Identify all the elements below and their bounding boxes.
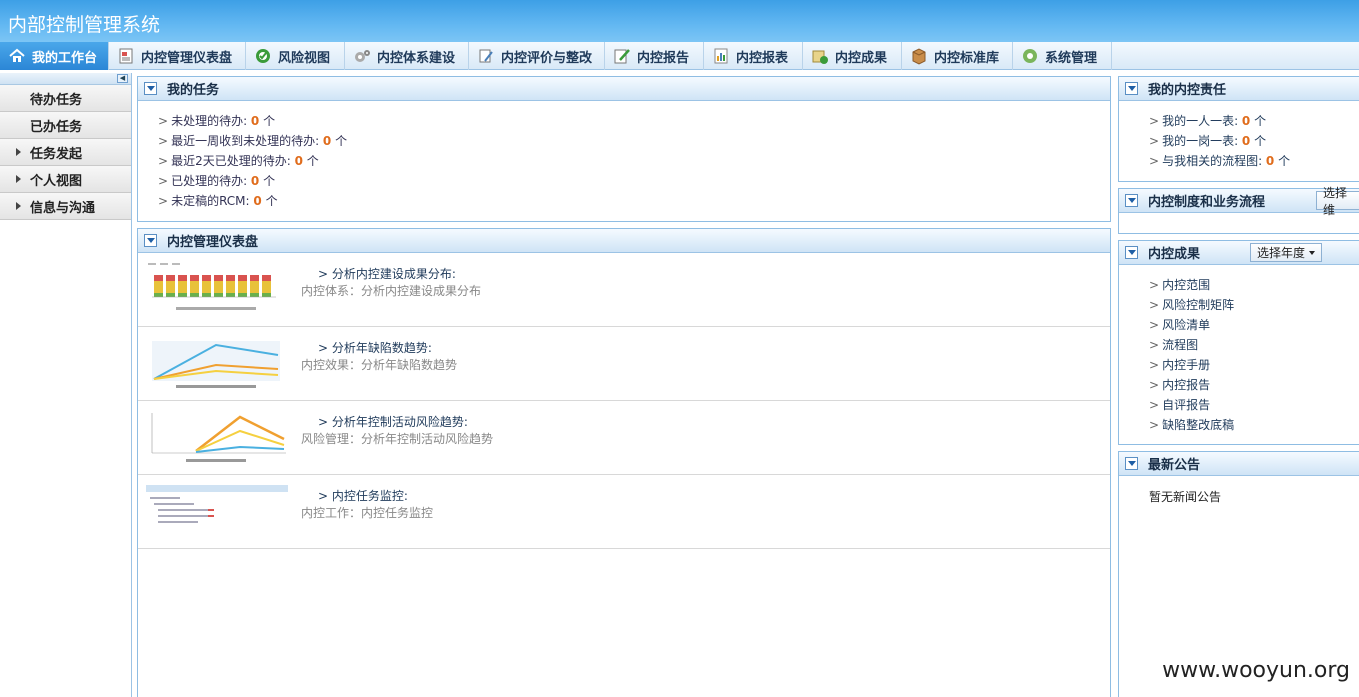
sidebar-header: ◀: [0, 73, 131, 85]
panel-title: 最新公告: [1148, 458, 1201, 473]
panel-header: 我的任务: [138, 77, 1110, 101]
list-item[interactable]: > 与我相关的流程图: 0 个: [1149, 151, 1359, 171]
expand-arrow-icon: [16, 175, 21, 183]
list-item[interactable]: > 未定稿的RCM: 0 个: [158, 191, 1110, 211]
dashboard-panel: 内控管理仪表盘 > 分析内控建设成果分布: 内控体系：分析内控建设成果分布 > …: [137, 228, 1111, 697]
sidebar-item-pending-tasks[interactable]: 待办任务: [0, 85, 131, 112]
dashboard-row[interactable]: > 内控任务监控: 内控工作：内控任务监控: [138, 475, 1110, 549]
dashboard-row[interactable]: > 分析年控制活动风险趋势: 风险管理：分析年控制活动风险趋势: [138, 401, 1110, 475]
report-edit-icon: [613, 47, 631, 65]
chevron-down-icon: [1309, 250, 1316, 255]
task-monitor-thumbnail[interactable]: [146, 483, 288, 541]
panel-header: 我的内控责任: [1119, 77, 1359, 101]
evaluate-icon: [477, 47, 495, 65]
list-item[interactable]: > 缺陷整改底稿: [1149, 415, 1359, 435]
list-item[interactable]: > 内控范围: [1149, 275, 1359, 295]
left-sidebar: ◀ 待办任务 已办任务 任务发起 个人视图 信息与沟通: [0, 73, 132, 697]
list-item[interactable]: > 最近2天已处理的待办: 0 个: [158, 151, 1110, 171]
collapse-panel-icon[interactable]: [1125, 246, 1138, 259]
home-icon: [8, 47, 26, 65]
my-responsibility-panel: 我的内控责任 > 我的一人一表: 0 个 > 我的一岗一表: 0 个 > 与我相关的流…: [1118, 76, 1359, 182]
panel-header: 内控管理仪表盘: [138, 229, 1110, 253]
nav-tab-standard-library[interactable]: 内控标准库: [902, 42, 1013, 70]
collapse-panel-icon[interactable]: [144, 82, 157, 95]
dashboard-row-title[interactable]: > 分析年控制活动风险趋势:: [318, 413, 468, 430]
list-item[interactable]: > 已处理的待办: 0 个: [158, 171, 1110, 191]
sidebar-item-info-communication[interactable]: 信息与沟通: [0, 193, 131, 220]
dashboard-row-subtitle: 内控体系：分析内控建设成果分布: [301, 284, 482, 298]
app-title: 内部控制管理系统: [8, 14, 161, 36]
list-item[interactable]: > 内控手册: [1149, 355, 1359, 375]
list-item[interactable]: > 流程图: [1149, 335, 1359, 355]
settings-gear-icon: [1021, 47, 1039, 65]
nav-tab-results[interactable]: 内控成果: [803, 42, 902, 70]
dashboard-row-title[interactable]: > 内控任务监控:: [318, 487, 408, 504]
nav-tab-risk-view[interactable]: 风险视图: [246, 42, 345, 70]
list-item[interactable]: > 我的一岗一表: 0 个: [1149, 131, 1359, 151]
dashboard-row-subtitle: 内控工作：内控任务监控: [301, 506, 434, 520]
dashboard-row[interactable]: > 分析年缺陷数趋势: 内控效果：分析年缺陷数趋势: [138, 327, 1110, 401]
dashboard-row-subtitle: 内控效果：分析年缺陷数趋势: [301, 358, 458, 372]
list-item[interactable]: > 最近一周收到未处理的待办: 0 个: [158, 131, 1110, 151]
results-icon: [811, 47, 829, 65]
sidebar-item-start-task[interactable]: 任务发起: [0, 139, 131, 166]
results-link-list: > 内控范围 > 风险控制矩阵 > 风险清单 > 流程图 > 内控手册 > 内控报告 > 自评…: [1119, 265, 1359, 435]
list-item[interactable]: > 内控报告: [1149, 375, 1359, 395]
gears-icon: [353, 47, 371, 65]
results-panel: 内控成果 选择年度 > 内控范围 > 风险控制矩阵 > 风险清单 > 流程图 > 内控手册…: [1118, 240, 1359, 445]
dimension-select[interactable]: 选择维: [1316, 186, 1359, 217]
list-item[interactable]: > 自评报告: [1149, 395, 1359, 415]
bar-chart-thumbnail[interactable]: [146, 261, 288, 319]
nav-tab-system-build[interactable]: 内控体系建设: [345, 42, 469, 70]
expand-arrow-icon: [16, 148, 21, 156]
dashboard-row-title[interactable]: > 分析内控建设成果分布:: [318, 265, 456, 282]
nav-tab-report[interactable]: 内控报告: [605, 42, 704, 70]
area-chart-thumbnail[interactable]: [146, 335, 288, 393]
collapse-panel-icon[interactable]: [144, 234, 157, 247]
panel-header: 最新公告: [1119, 452, 1359, 476]
nav-tab-workbench[interactable]: 我的工作台: [0, 42, 109, 70]
nav-tab-statements[interactable]: 内控报表: [704, 42, 803, 70]
responsibility-list: > 我的一人一表: 0 个 > 我的一岗一表: 0 个 > 与我相关的流程图: 0 个: [1119, 101, 1359, 171]
main-nav: 我的工作台 内控管理仪表盘 风险视图 内控体系建设 内控评价与整改 内控报告 内…: [0, 42, 1359, 70]
list-item[interactable]: > 未处理的待办: 0 个: [158, 111, 1110, 131]
panel-title: 内控管理仪表盘: [167, 235, 259, 250]
nav-tab-system-admin[interactable]: 系统管理: [1013, 42, 1112, 70]
dashboard-row[interactable]: > 分析内控建设成果分布: 内控体系：分析内控建设成果分布: [138, 253, 1110, 327]
dashboard-icon: [117, 47, 135, 65]
sidebar-item-done-tasks[interactable]: 已办任务: [0, 112, 131, 139]
panel-title: 内控成果: [1148, 247, 1201, 262]
panel-header: 内控制度和业务流程 选择维: [1119, 186, 1359, 217]
nav-tab-dashboard[interactable]: 内控管理仪表盘: [109, 42, 246, 70]
app-header: 内部控制管理系统: [0, 0, 1359, 42]
report-chart-icon: [712, 47, 730, 65]
watermark: www.wooyun.org: [1162, 658, 1350, 683]
line-chart-thumbnail[interactable]: [146, 409, 288, 467]
panel-title: 内控制度和业务流程: [1148, 195, 1266, 210]
collapse-panel-icon[interactable]: [1125, 194, 1138, 207]
my-tasks-panel: 我的任务 > 未处理的待办: 0 个 > 最近一周收到未处理的待办: 0 个 > 最近…: [137, 76, 1111, 222]
dashboard-row-subtitle: 风险管理：分析年控制活动风险趋势: [301, 432, 494, 446]
task-list: > 未处理的待办: 0 个 > 最近一周收到未处理的待办: 0 个 > 最近2天已处理…: [138, 101, 1110, 211]
policy-process-panel: 内控制度和业务流程 选择维: [1118, 186, 1359, 234]
nav-tab-evaluation[interactable]: 内控评价与整改: [469, 42, 605, 70]
expand-arrow-icon: [16, 202, 21, 210]
collapse-sidebar-icon[interactable]: ◀: [117, 74, 128, 83]
panel-title: 我的内控责任: [1148, 83, 1227, 98]
collapse-panel-icon[interactable]: [1125, 82, 1138, 95]
list-item[interactable]: > 我的一人一表: 0 个: [1149, 111, 1359, 131]
list-item[interactable]: > 风险清单: [1149, 315, 1359, 335]
panel-title: 我的任务: [167, 83, 220, 98]
sidebar-item-personal-view[interactable]: 个人视图: [0, 166, 131, 193]
list-item[interactable]: > 风险控制矩阵: [1149, 295, 1359, 315]
news-empty-text: 暂无新闻公告: [1149, 490, 1222, 504]
year-select[interactable]: 选择年度: [1250, 243, 1323, 262]
risk-view-icon: [254, 47, 272, 65]
collapse-panel-icon[interactable]: [1125, 457, 1138, 470]
dashboard-row-title[interactable]: > 分析年缺陷数趋势:: [318, 339, 432, 356]
panel-header: 内控成果 选择年度: [1119, 241, 1359, 265]
standard-library-icon: [910, 47, 928, 65]
